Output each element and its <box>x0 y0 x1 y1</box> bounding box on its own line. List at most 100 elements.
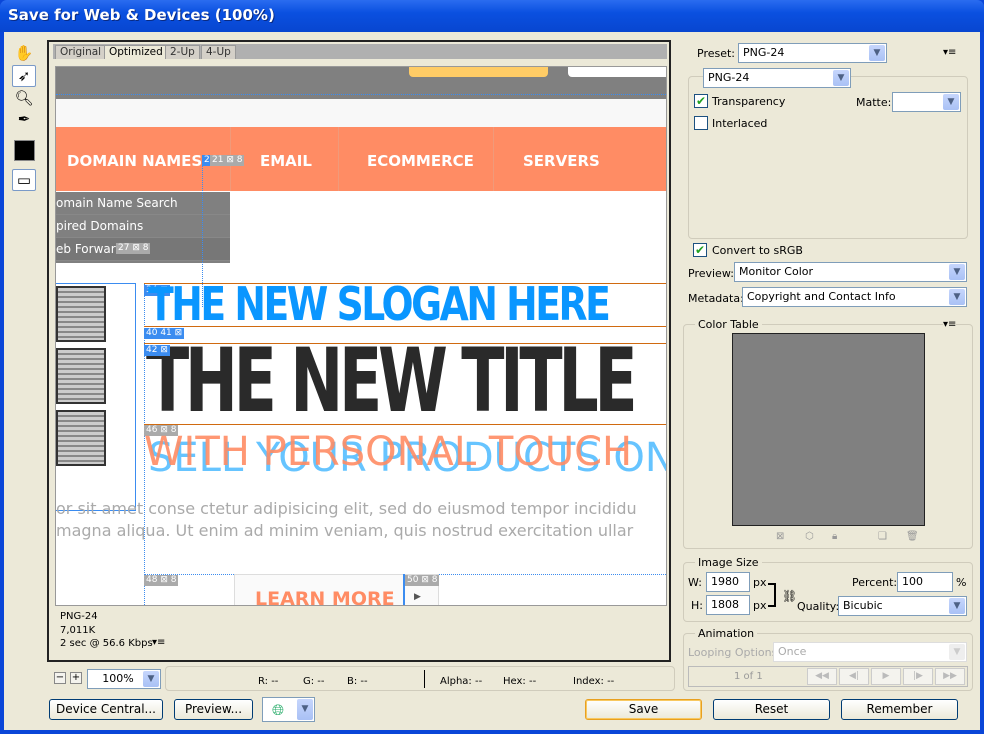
chevron-down-icon: ▼ <box>297 699 313 720</box>
preview-label: Preview: <box>688 267 734 280</box>
hand-tool-icon[interactable]: ✋ <box>12 42 36 64</box>
eyedropper-color-swatch[interactable] <box>14 140 35 161</box>
device-central-button[interactable]: Device Central... <box>49 699 163 720</box>
next-frame-icon[interactable]: |▶ <box>903 668 933 685</box>
slice-number: 42 <box>146 345 158 355</box>
slice-badge[interactable]: 42 ⊠ <box>144 345 170 356</box>
chevron-down-icon: ▼ <box>949 289 965 305</box>
width-input[interactable]: 1980 <box>706 572 750 592</box>
info-size: 7,011K <box>60 625 96 636</box>
play-arrow-icon: ▶ <box>414 592 421 602</box>
tab-2up[interactable]: 2-Up <box>165 45 200 59</box>
tab-original[interactable]: Original <box>55 45 107 59</box>
eyedropper-tool-icon[interactable]: ✒ <box>12 108 36 130</box>
transparency-checkbox[interactable]: ✔ <box>694 94 708 108</box>
preset-menu-icon[interactable]: ▾≡ <box>943 47 956 58</box>
status-alpha: Alpha: -- <box>440 676 483 687</box>
dropdown-item[interactable]: omain Name Search <box>56 192 230 215</box>
chevron-down-icon: ▼ <box>143 671 159 687</box>
link-chain-icon[interactable]: ⛓ <box>782 589 797 603</box>
metadata-select[interactable]: Copyright and Contact Info ▼ <box>742 287 967 307</box>
matte-select[interactable]: ▼ <box>892 92 961 112</box>
interlaced-checkbox[interactable] <box>694 116 708 130</box>
zoom-in-button[interactable]: + <box>70 672 82 684</box>
lock-icon[interactable]: 🔒︎ <box>832 531 837 542</box>
browser-select[interactable]: 🌐︎ ▼ <box>262 697 315 722</box>
looping-label: Looping Options: <box>688 646 782 659</box>
slice-select-tool-icon[interactable]: ➶ <box>12 65 36 87</box>
nav-email[interactable]: EMAIL <box>260 152 312 170</box>
info-menu-icon[interactable]: ▾≡ <box>152 637 165 648</box>
transparency-label: Transparency <box>712 95 786 108</box>
status-index: Index: -- <box>573 676 615 687</box>
slice-badge[interactable]: 50 ⊠ 8 <box>405 575 440 586</box>
reset-button[interactable]: Reset <box>713 699 830 720</box>
toggle-slices-icon[interactable]: ▭ <box>12 169 36 191</box>
percent-input[interactable]: 100 <box>897 572 953 592</box>
slice-badge[interactable]: 27 ⊠ 8 <box>116 243 151 254</box>
learn-more-label: LEARN MORE <box>255 588 395 606</box>
title-bar: Save for Web & Devices (100%) <box>0 0 984 32</box>
web-snap-icon[interactable]: ⬡ <box>805 531 814 542</box>
preset-label: Preset: <box>697 47 736 60</box>
preview-select[interactable]: Monitor Color ▼ <box>734 262 967 282</box>
remember-button[interactable]: Remember <box>841 699 958 720</box>
chevron-down-icon: ▼ <box>949 644 965 660</box>
preview-button[interactable]: Preview... <box>174 699 253 720</box>
slice-number: 8 <box>431 575 438 585</box>
zoom-out-button[interactable]: − <box>54 672 66 684</box>
preset-select[interactable]: PNG-24 ▼ <box>738 43 887 63</box>
height-input[interactable]: 1808 <box>706 595 750 615</box>
status-g: G: -- <box>303 676 325 687</box>
save-button[interactable]: Save <box>585 699 702 720</box>
color-table <box>732 333 925 526</box>
convert-srgb-checkbox[interactable]: ✔ <box>693 243 707 257</box>
chevron-down-icon: ▼ <box>833 70 849 86</box>
last-frame-icon[interactable]: ▶▶ <box>935 668 965 685</box>
new-color-icon[interactable]: ❏ <box>878 531 887 542</box>
color-table-menu-icon[interactable]: ▾≡ <box>943 319 957 330</box>
preview-value: Monitor Color <box>739 265 814 278</box>
zoom-tool-icon[interactable]: 🔍︎ <box>12 87 36 109</box>
first-frame-icon[interactable]: ◀◀ <box>807 668 837 685</box>
format-select[interactable]: PNG-24 ▼ <box>703 68 851 88</box>
prev-frame-icon[interactable]: ◀| <box>839 668 869 685</box>
nav-bar: DOMAIN NAMES EMAIL ECOMMERCE SERVERS <box>56 127 666 191</box>
zoom-select[interactable]: 100% ▼ <box>87 669 161 689</box>
servers-image <box>56 283 136 511</box>
chevron-down-icon: ▼ <box>943 94 959 110</box>
status-hex: Hex: -- <box>503 676 537 687</box>
convert-srgb-label: Convert to sRGB <box>712 244 803 257</box>
dropdown-item[interactable]: pired Domains <box>56 215 230 238</box>
status-r: R: -- <box>258 676 279 687</box>
color-table-title: Color Table <box>695 318 762 331</box>
chevron-down-icon: ▼ <box>949 598 965 614</box>
image-preview[interactable]: DOMAIN NAMES EMAIL ECOMMERCE SERVERS 2 2… <box>55 66 667 606</box>
tab-optimized[interactable]: Optimized <box>104 45 168 59</box>
window-title: Save for Web & Devices (100%) <box>8 6 275 24</box>
interlaced-label: Interlaced <box>712 117 768 130</box>
slice-badge[interactable]: 48 ⊠ 8 <box>144 575 179 586</box>
width-label: W: <box>688 576 702 589</box>
nav-ecommerce[interactable]: ECOMMERCE <box>367 152 474 170</box>
tab-4up[interactable]: 4-Up <box>201 45 236 59</box>
quality-value: Bicubic <box>843 599 883 612</box>
trash-icon[interactable]: 🗑︎ <box>906 531 919 542</box>
slice-badge[interactable]: 21 ⊠ 8 <box>210 155 245 166</box>
slice-number: 21 <box>212 155 224 165</box>
quality-select[interactable]: Bicubic ▼ <box>838 596 967 616</box>
nav-domain-names[interactable]: DOMAIN NAMES <box>67 152 202 170</box>
slogan-text: THE NEW SLOGAN HERE <box>148 277 611 331</box>
info-format: PNG-24 <box>60 611 98 622</box>
transparency-map-icon[interactable]: ⊠ <box>776 531 784 542</box>
slice-number: 50 <box>407 575 419 585</box>
looping-select[interactable]: Once ▼ <box>773 642 967 662</box>
frame-counter: 1 of 1 <box>734 671 763 682</box>
slice-number: 8 <box>142 243 149 253</box>
browser-globe-icon: 🌐︎ <box>272 701 285 719</box>
matte-label: Matte: <box>856 96 892 109</box>
nav-servers[interactable]: SERVERS <box>523 152 600 170</box>
headline-text: THE NEW TITLE <box>146 329 638 432</box>
zoom-value: 100% <box>102 672 134 685</box>
play-icon[interactable]: ▶ <box>871 668 901 685</box>
